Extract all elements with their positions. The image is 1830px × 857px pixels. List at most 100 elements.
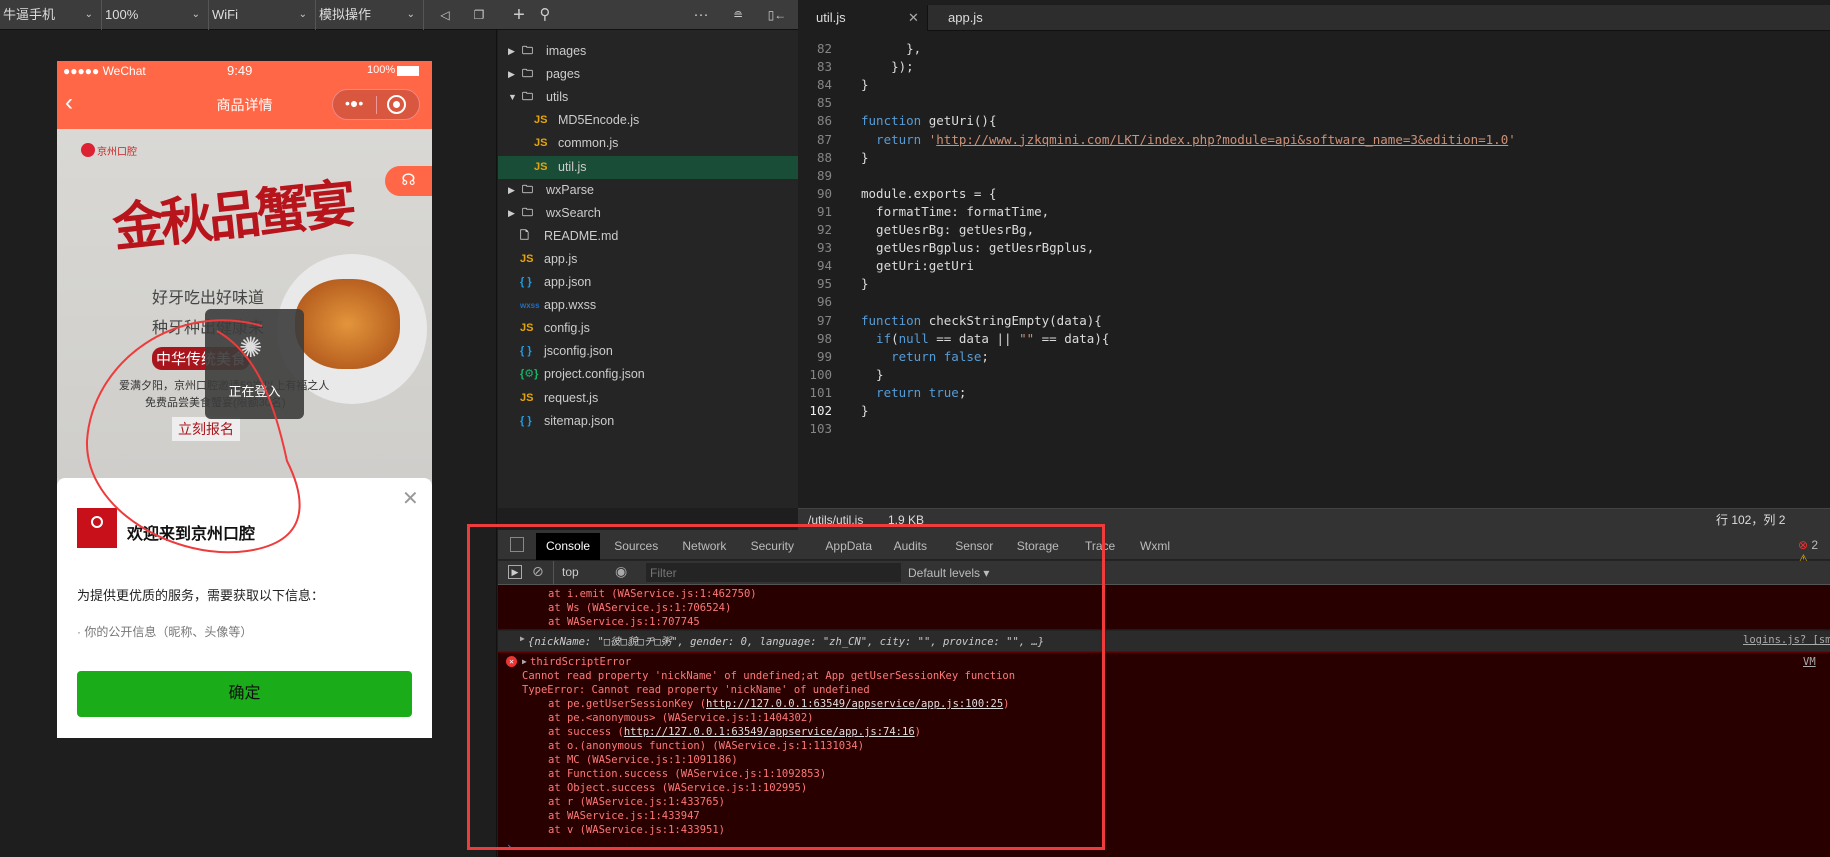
- tab-audits[interactable]: Audits: [884, 533, 937, 560]
- code-token: },: [861, 41, 922, 56]
- js-file-icon: JS: [520, 252, 534, 265]
- stack-line: at Ws (WAService.js:1:706524): [548, 602, 732, 614]
- zoom-select[interactable]: 100% ⌄: [102, 0, 209, 30]
- line-number: 84: [816, 77, 832, 93]
- code-line: function getUri(){: [861, 113, 996, 128]
- tree-item-request-js[interactable]: JS request.js: [498, 387, 798, 410]
- close-tab-icon[interactable]: ✕: [908, 5, 919, 31]
- code-token: checkStringEmpty(data){: [921, 312, 1102, 328]
- line-number: 95: [816, 276, 832, 292]
- filter-input[interactable]: [646, 563, 901, 582]
- collapse-all-icon[interactable]: ≘: [726, 0, 750, 30]
- file-size: 1.9 KB: [888, 513, 925, 527]
- tree-item-app-js[interactable]: JS app.js: [498, 248, 798, 271]
- object-log-row[interactable]: ▶ {nickName: "□彼□貌□ヂ□粥", gender: 0, langu…: [498, 631, 1830, 651]
- sidebar-toggle-icon[interactable]: ▶: [508, 565, 522, 579]
- tree-item-wxsearch[interactable]: ▶ 🗀 wxSearch: [498, 202, 798, 225]
- code-token: return: [861, 131, 929, 147]
- tree-item-sitemap-json[interactable]: { } sitemap.json: [498, 410, 798, 433]
- tree-item-label: app.js: [544, 251, 578, 266]
- tree-item-utils[interactable]: ▼ 🗀 utils: [498, 86, 798, 109]
- tree-item-common-js[interactable]: JS common.js: [498, 132, 798, 155]
- more-icon[interactable]: ···: [689, 0, 713, 30]
- expand-arrow-icon[interactable]: ▶: [522, 657, 527, 666]
- line-number: 96: [816, 294, 832, 310]
- inspect-icon[interactable]: [510, 537, 524, 552]
- code-line: getUesrBgplus: getUesrBgplus,: [861, 240, 1094, 255]
- volume-icon[interactable]: ◁: [433, 0, 457, 30]
- code-token: return false: [861, 348, 982, 364]
- chevron-right-icon[interactable]: ▶: [508, 179, 515, 202]
- tree-item-images[interactable]: ▶ 🗀 images: [498, 40, 798, 63]
- code-line: return 'http://www.jzkqmini.com/LKT/inde…: [861, 132, 1516, 147]
- tree-item-jsconfig-json[interactable]: { } jsconfig.json: [498, 340, 798, 363]
- tree-item-readme-md[interactable]: 🗋 README.md: [498, 225, 798, 248]
- tab-app-js[interactable]: app.js: [948, 5, 983, 31]
- toggle-sidebar-icon[interactable]: ▯←: [765, 0, 789, 30]
- device-select[interactable]: 牛逼手机 ⌄: [0, 0, 102, 30]
- expand-arrow-icon[interactable]: ▶: [520, 634, 525, 643]
- object-log: {nickName: "□彼□貌□ヂ□粥", gender: 0, langua…: [528, 636, 1045, 648]
- code-token: (: [891, 330, 899, 346]
- stack-link[interactable]: http://127.0.0.1:63549/appservice/app.js…: [624, 726, 915, 738]
- tree-item-app-wxss[interactable]: wxss app.wxss: [498, 294, 798, 317]
- js-file-icon: JS: [520, 391, 534, 404]
- tab-storage[interactable]: Storage: [1007, 533, 1069, 560]
- code-editor: util.js ✕ app.js 82 }, 83 }); 84} 85 86 functi…: [798, 0, 1830, 508]
- tree-item-util-js[interactable]: JS util.js: [498, 155, 798, 179]
- add-file-icon[interactable]: +: [507, 0, 531, 30]
- stack-line: at o.(anonymous function) (WAService.js:…: [548, 740, 865, 752]
- json-file-icon: { }: [520, 414, 532, 427]
- tab-util-js[interactable]: util.js ✕: [798, 5, 928, 31]
- operation-select[interactable]: 模拟操作 ⌄: [316, 0, 424, 30]
- stack-link[interactable]: http://127.0.0.1:63549/appservice/app.js…: [706, 698, 1003, 710]
- code-line: });: [861, 59, 914, 74]
- error-count-text: 2: [1811, 538, 1819, 552]
- code-token: function: [861, 312, 922, 328]
- tab-sensor[interactable]: Sensor: [945, 533, 1003, 560]
- line-number: 92: [816, 222, 832, 237]
- tree-item-project-config-json[interactable]: {⚙} project.config.json: [498, 363, 798, 386]
- levels-select[interactable]: Default levels ▾: [908, 566, 989, 580]
- tree-item-wxparse[interactable]: ▶ 🗀 wxParse: [498, 179, 798, 202]
- line-number: 85: [816, 95, 832, 111]
- code-token: }: [861, 403, 869, 418]
- console-prompt-icon[interactable]: ›: [506, 841, 512, 853]
- code-line: getUesrBg: getUesrBg,: [861, 222, 1034, 237]
- tree-item-md5encode-js[interactable]: JS MD5Encode.js: [498, 109, 798, 132]
- tab-trace[interactable]: Trace: [1075, 533, 1125, 560]
- clear-console-icon[interactable]: ⊘: [532, 563, 544, 580]
- tab-network[interactable]: Network: [672, 533, 736, 560]
- tree-item-pages[interactable]: ▶ 🗀 pages: [498, 63, 798, 86]
- tab-appdata[interactable]: AppData: [815, 533, 882, 560]
- search-icon[interactable]: ⚲: [533, 0, 557, 30]
- code-line: return true;: [861, 385, 966, 400]
- tab-label: app.js: [948, 10, 983, 25]
- tree-item-app-json[interactable]: { } app.json: [498, 271, 798, 294]
- folder-icon: 🗀: [522, 183, 533, 196]
- tab-wxml[interactable]: Wxml: [1130, 533, 1180, 560]
- console-toolbar: ▶ ⊘ top▼ ◉ Default levels ▾: [498, 561, 1830, 585]
- tree-item-label: wxParse: [546, 182, 594, 197]
- detach-window-icon[interactable]: ❐: [467, 0, 491, 30]
- network-select[interactable]: WiFi ⌄: [209, 0, 316, 30]
- tab-sources[interactable]: Sources: [604, 533, 668, 560]
- code-token: null: [898, 330, 929, 346]
- code-token: function: [861, 113, 922, 129]
- code-area[interactable]: 82 }, 83 }); 84} 85 86 function getUri(){87 r…: [798, 31, 1830, 508]
- code-token: }: [861, 276, 869, 292]
- tab-console[interactable]: Console: [536, 533, 601, 560]
- line-number: 97: [816, 312, 832, 328]
- code-token: }: [861, 366, 884, 382]
- tab-security[interactable]: Security: [741, 533, 804, 560]
- chevron-right-icon[interactable]: ▶: [508, 40, 515, 63]
- eye-icon[interactable]: ◉: [615, 563, 627, 580]
- code-line: }: [861, 150, 869, 165]
- chevron-down-icon[interactable]: ▼: [508, 86, 517, 109]
- source-link[interactable]: VM: [1803, 656, 1816, 668]
- tree-item-config-js[interactable]: JS config.js: [498, 317, 798, 340]
- chevron-right-icon[interactable]: ▶: [508, 202, 515, 225]
- source-link[interactable]: logins.js? [sm]: [1743, 634, 1830, 646]
- chevron-right-icon[interactable]: ▶: [508, 63, 515, 86]
- stack-line: at Function.success (WAService.js:1:1092…: [548, 768, 827, 780]
